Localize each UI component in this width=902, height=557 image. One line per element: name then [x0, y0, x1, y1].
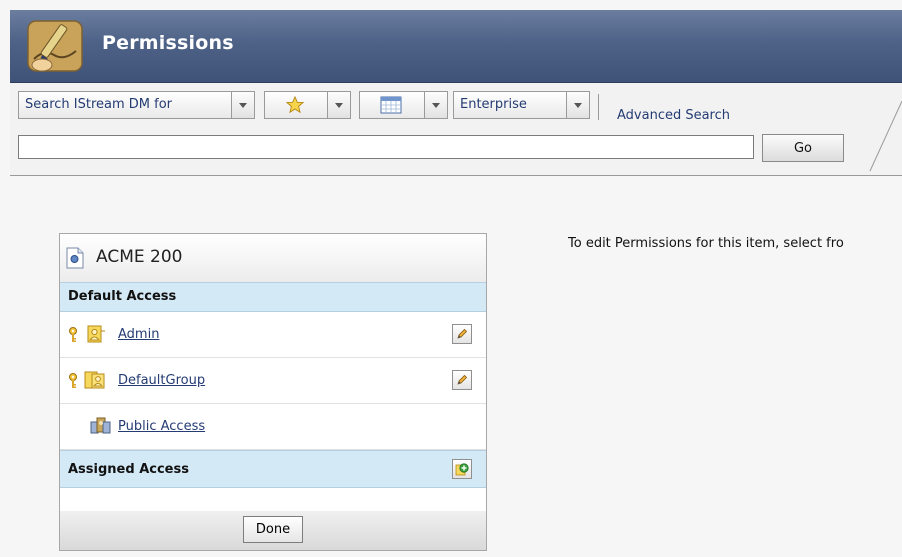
- key-icon: [69, 327, 77, 342]
- page-title: Permissions: [102, 32, 234, 54]
- search-toolbar: Search IStream DM for Enterprise Advance…: [10, 83, 902, 176]
- section-label: Default Access: [68, 289, 177, 304]
- assigned-access-section: Assigned Access: [60, 450, 486, 488]
- permission-link-public-access[interactable]: Public Access: [118, 419, 205, 434]
- chevron-down-icon[interactable]: [566, 92, 589, 118]
- source-dropdown[interactable]: Enterprise: [453, 91, 590, 119]
- panel-footer: Done: [60, 511, 486, 550]
- permission-row-defaultgroup: DefaultGroup: [60, 358, 486, 404]
- search-scope-dropdown[interactable]: Search IStream DM for: [18, 91, 255, 119]
- group-icon: [84, 371, 105, 389]
- panel-header: ACME 200: [60, 234, 486, 283]
- add-icon: [455, 463, 469, 476]
- permissions-panel: ACME 200 Default Access Admin DefaultGro…: [59, 233, 487, 551]
- edit-defaultgroup-button[interactable]: [452, 370, 472, 390]
- source-label: Enterprise: [460, 97, 527, 112]
- permission-link-admin[interactable]: Admin: [118, 327, 159, 342]
- star-icon: [265, 92, 325, 118]
- chevron-down-icon[interactable]: [424, 92, 447, 118]
- search-scope-label: Search IStream DM for: [25, 97, 173, 112]
- permission-link-defaultgroup[interactable]: DefaultGroup: [118, 373, 205, 388]
- key-icon: [69, 373, 77, 388]
- edit-admin-button[interactable]: [452, 324, 472, 344]
- favorites-dropdown[interactable]: [264, 91, 351, 119]
- pen-writing-icon: [27, 20, 83, 72]
- calendar-dropdown[interactable]: [359, 91, 448, 119]
- permission-row-public-access: Public Access: [60, 404, 486, 450]
- chevron-down-icon[interactable]: [231, 92, 254, 118]
- page-header: Permissions: [10, 10, 902, 83]
- permission-row-admin: Admin: [60, 312, 486, 358]
- done-button[interactable]: Done: [243, 516, 303, 543]
- assigned-access-empty-row: [60, 489, 486, 512]
- panel-title: ACME 200: [96, 247, 183, 267]
- public-access-icon: [90, 417, 111, 434]
- document-icon: [66, 247, 84, 269]
- search-input[interactable]: [18, 135, 754, 159]
- pencil-icon: [457, 374, 468, 385]
- advanced-search-link[interactable]: Advanced Search: [617, 108, 730, 123]
- toolbar-corner-divider: [869, 100, 902, 172]
- go-button[interactable]: Go: [762, 134, 844, 162]
- section-label: Assigned Access: [68, 462, 189, 477]
- calendar-icon: [360, 92, 422, 118]
- pencil-icon: [457, 328, 468, 339]
- user-icon: [87, 325, 105, 343]
- chevron-down-icon[interactable]: [327, 92, 350, 118]
- instructions-text: To edit Permissions for this item, selec…: [568, 236, 844, 251]
- default-access-section: Default Access: [60, 282, 486, 312]
- toolbar-divider: [598, 94, 599, 120]
- add-assigned-access-button[interactable]: [452, 459, 472, 479]
